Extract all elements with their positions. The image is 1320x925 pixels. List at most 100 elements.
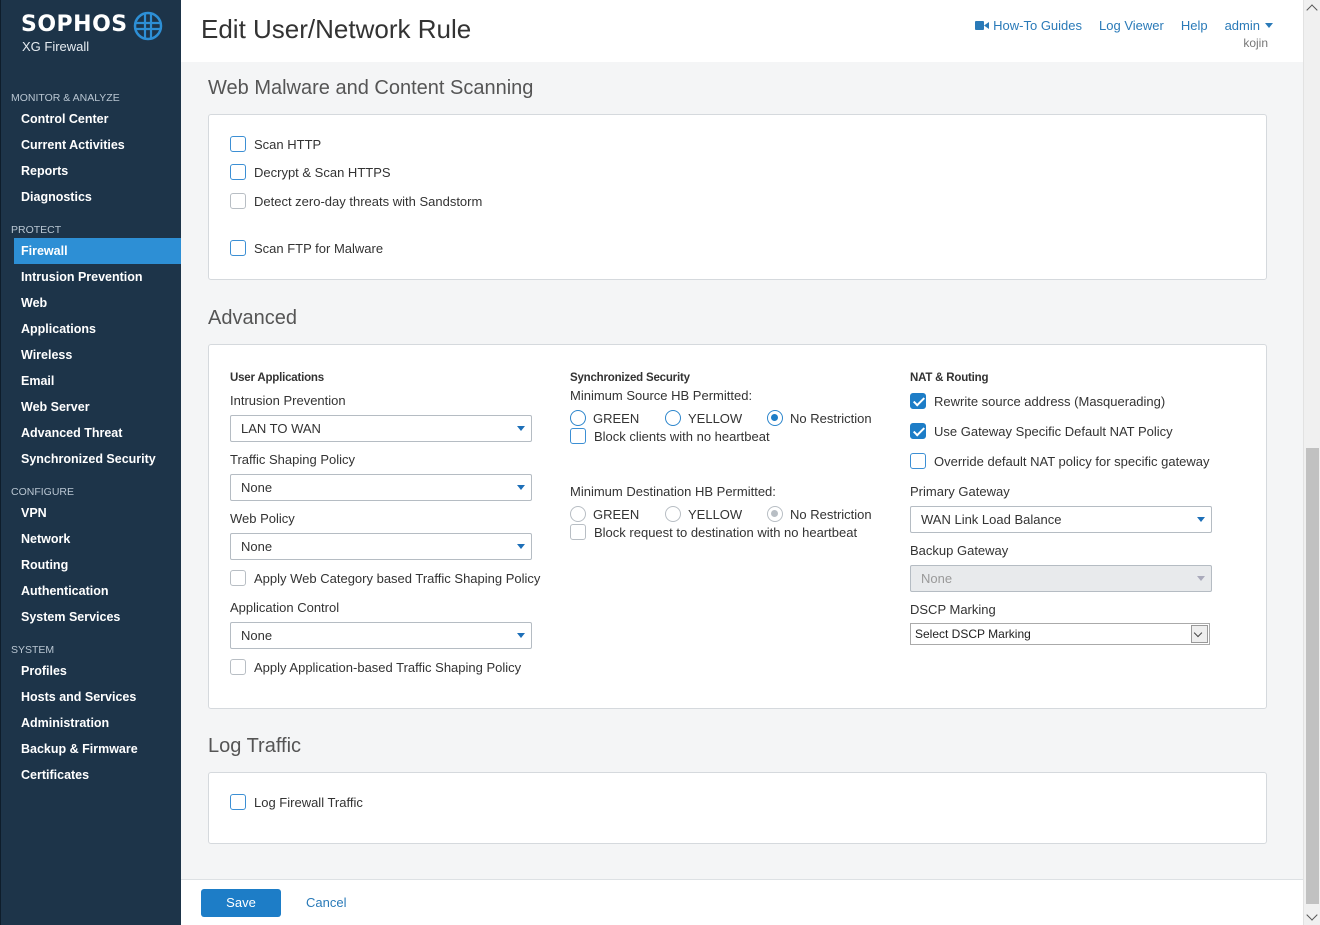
sidebar-item-administration[interactable]: Administration [1,710,182,736]
sidebar-item-web-server[interactable]: Web Server [1,394,182,420]
sidebar-item-control-center[interactable]: Control Center [1,106,182,132]
gw-nat-option[interactable]: Use Gateway Specific Default NAT Policy [910,423,1173,439]
sidebar-item-wireless[interactable]: Wireless [1,342,182,368]
block-clients-label: Block clients with no heartbeat [594,428,770,444]
sidebar-item-backup-firmware[interactable]: Backup & Firmware [1,736,182,762]
app-control-label: Application Control [230,600,340,615]
sandstorm-checkbox[interactable] [230,193,246,209]
scan-http-label: Scan HTTP [254,136,322,152]
sidebar-item-advanced-threat[interactable]: Advanced Threat [1,420,182,446]
sidebar-item-vpn[interactable]: VPN [1,500,182,526]
ips-label: Intrusion Prevention [230,393,346,408]
sidebar-item-email[interactable]: Email [1,368,182,394]
sidebar-item-system-services[interactable]: System Services [1,604,182,630]
howto-label: How-To Guides [993,18,1083,33]
primary-gateway-select[interactable]: WAN Link Load Balance [910,506,1212,533]
scan-ftp-checkbox[interactable] [230,240,246,256]
web-cat-shaping-checkbox[interactable] [230,570,246,586]
sidebar-item-network[interactable]: Network [1,526,182,552]
ips-select[interactable]: LAN TO WAN [230,415,532,442]
source-yellow-option[interactable]: YELLOW [665,410,742,426]
howto-link[interactable]: How-To Guides [975,18,1082,33]
scan-http-option[interactable]: Scan HTTP [230,136,321,152]
nav-section-title: MONITOR & ANALYZE [11,92,120,104]
scan-ftp-option[interactable]: Scan FTP for Malware [230,240,383,256]
sidebar-item-current-activities[interactable]: Current Activities [1,132,182,158]
source-green-option[interactable]: GREEN [570,410,639,426]
sync-heading: Synchronized Security [570,372,690,384]
scan-http-checkbox[interactable] [230,136,246,152]
source-yellow-radio[interactable] [665,410,681,426]
nav-section-title: SYSTEM [11,644,55,656]
source-no-restriction-option[interactable]: No Restriction [767,410,872,426]
sidebar-item-web[interactable]: Web [1,290,182,316]
override-nat-option[interactable]: Override default NAT policy for specific… [910,453,1210,469]
footer: Save Cancel [181,879,1303,925]
scrollbar[interactable] [1303,0,1320,925]
dest-no-restriction-option[interactable]: No Restriction [767,506,872,522]
save-button[interactable]: Save [201,889,281,917]
scroll-up-icon[interactable] [1306,4,1318,16]
web-policy-select[interactable]: None [230,533,532,560]
scroll-thumb[interactable] [1306,448,1319,904]
source-no-restriction-radio[interactable] [767,410,783,426]
sidebar-item-firewall[interactable]: Firewall [14,238,182,264]
gw-nat-checkbox[interactable] [910,423,926,439]
header: Edit User/Network Rule How-To Guides Log… [181,0,1303,62]
source-green-radio[interactable] [570,410,586,426]
log-viewer-link[interactable]: Log Viewer [1099,18,1164,33]
main-content: Edit User/Network Rule How-To Guides Log… [181,0,1303,925]
sidebar-nav: MONITOR & ANALYZE Control Center Current A… [1,90,182,788]
masq-checkbox[interactable] [910,393,926,409]
override-nat-checkbox[interactable] [910,453,926,469]
decrypt-https-checkbox[interactable] [230,164,246,180]
dest-green-option[interactable]: GREEN [570,506,639,522]
sidebar-item-synchronized-security[interactable]: Synchronized Security [1,446,182,472]
sandstorm-option[interactable]: Detect zero-day threats with Sandstorm [230,193,482,209]
brand-name: SOPHOS [21,12,128,37]
app-shaping-option[interactable]: Apply Application-based Traffic Shaping … [230,659,521,675]
sidebar-item-diagnostics[interactable]: Diagnostics [1,184,182,210]
user-menu[interactable]: admin [1225,18,1273,33]
source-green-label: GREEN [593,410,640,426]
app-shaping-checkbox[interactable] [230,659,246,675]
block-dest-option[interactable]: Block request to destination with no hea… [570,524,857,540]
app-control-select[interactable]: None [230,622,532,649]
block-clients-option[interactable]: Block clients with no heartbeat [570,428,770,444]
help-link[interactable]: Help [1181,18,1208,33]
dest-yellow-option[interactable]: YELLOW [665,506,742,522]
scroll-down-icon[interactable] [1306,909,1318,921]
sidebar-item-profiles[interactable]: Profiles [1,658,182,684]
sidebar-item-certificates[interactable]: Certificates [1,762,182,788]
decrypt-https-option[interactable]: Decrypt & Scan HTTPS [230,164,391,180]
brand-product: XG Firewall [22,39,90,54]
user-name: admin [1224,18,1260,33]
sidebar-item-applications[interactable]: Applications [1,316,182,342]
cancel-button[interactable]: Cancel [306,895,346,910]
dest-green-radio[interactable] [570,506,586,522]
sidebar: SOPHOS XG Firewall MONITOR & ANALYZE Cont… [0,0,182,925]
block-dest-checkbox[interactable] [570,524,586,540]
sidebar-item-intrusion-prevention[interactable]: Intrusion Prevention [1,264,182,290]
backup-gateway-select[interactable]: None [910,565,1212,592]
user-apps-heading: User Applications [230,372,324,384]
log-fw-option[interactable]: Log Firewall Traffic [230,794,363,810]
dscp-select[interactable]: Select DSCP Marking [910,623,1210,645]
masq-option[interactable]: Rewrite source address (Masquerading) [910,393,1165,409]
dest-no-restriction-radio[interactable] [767,506,783,522]
sidebar-item-routing[interactable]: Routing [1,552,182,578]
sidebar-item-reports[interactable]: Reports [1,158,182,184]
shaping-select[interactable]: None [230,474,532,501]
sidebar-item-authentication[interactable]: Authentication [1,578,182,604]
dest-yellow-radio[interactable] [665,506,681,522]
source-no-restriction-label: No Restriction [790,410,872,426]
min-source-label: Minimum Source HB Permitted: [570,388,753,403]
dest-no-restriction-label: No Restriction [790,506,872,522]
override-nat-label: Override default NAT policy for specific… [934,453,1210,469]
block-clients-checkbox[interactable] [570,428,586,444]
block-dest-label: Block request to destination with no hea… [594,524,858,540]
web-cat-shaping-option[interactable]: Apply Web Category based Traffic Shaping… [230,570,540,586]
primary-gateway-label: Primary Gateway [910,484,1010,499]
sidebar-item-hosts-and-services[interactable]: Hosts and Services [1,684,182,710]
log-fw-checkbox[interactable] [230,794,246,810]
